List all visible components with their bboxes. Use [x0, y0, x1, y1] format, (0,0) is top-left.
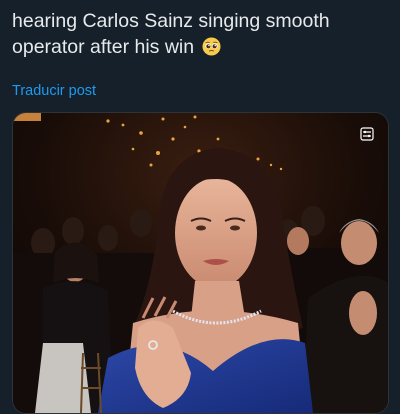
translate-post-link[interactable]: Traducir post — [12, 83, 96, 99]
post-text-content: hearing Carlos Sainz singing smooth oper… — [12, 10, 330, 58]
post-text: hearing Carlos Sainz singing smooth oper… — [12, 8, 384, 60]
video-frame — [13, 113, 388, 413]
post-media-video[interactable] — [12, 112, 389, 414]
pleading-face-emoji-icon — [201, 37, 221, 56]
media-settings-icon[interactable] — [360, 127, 374, 141]
